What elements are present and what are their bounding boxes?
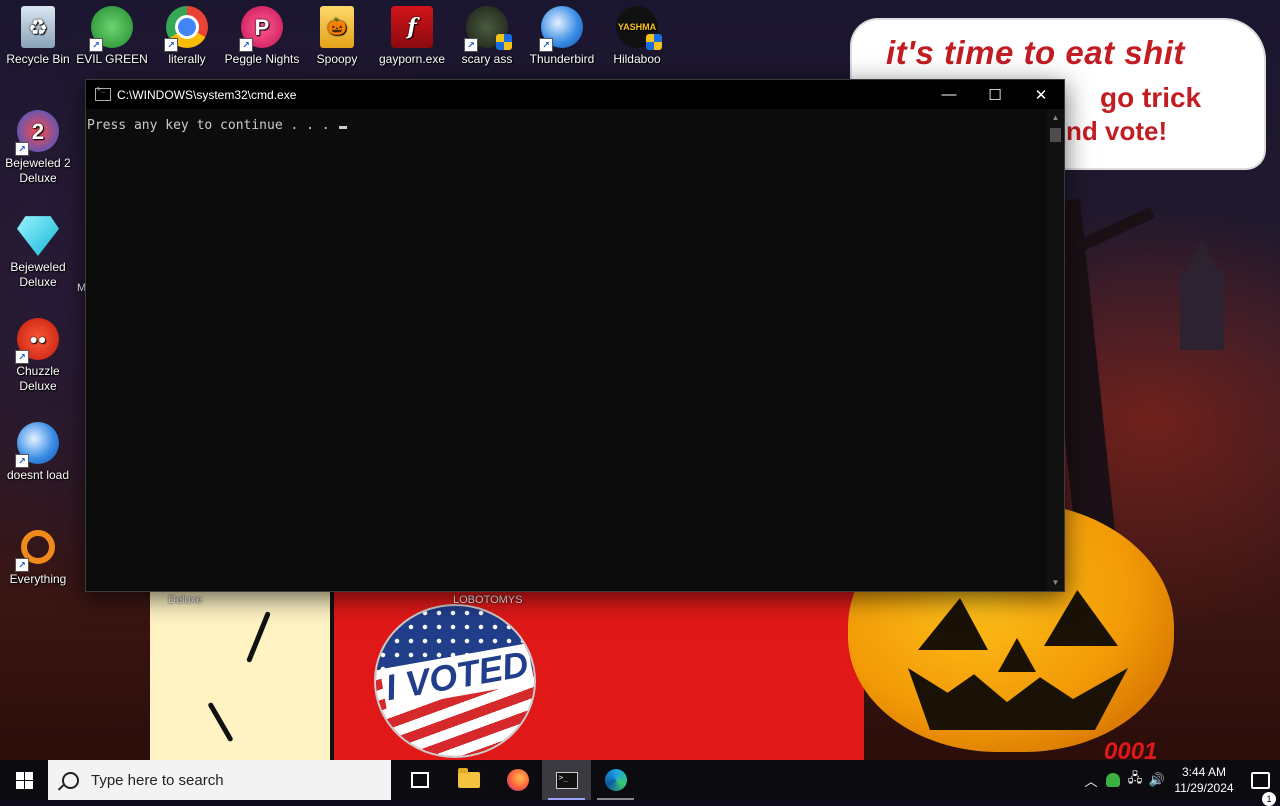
notification-icon	[1250, 771, 1270, 789]
i-voted-badge: I VOTED	[376, 606, 534, 756]
taskbar-firefox[interactable]	[493, 760, 542, 800]
partial-icon-label: Deluxe	[168, 594, 203, 606]
notification-count: 1	[1262, 791, 1276, 806]
taskbar: Type here to search >_ ︿ 🖧 🔊 3:44 AM 11/…	[0, 760, 1280, 806]
desktop-icon-hildaboo[interactable]: YASHMA Hildaboo	[599, 0, 675, 67]
chuzzle-icon: ●● ↗	[15, 318, 59, 364]
desktop-icon-evil-green-men[interactable]: ↗ EVIL GREEN MEN CO	[74, 0, 150, 67]
minimize-button[interactable]: —	[926, 80, 972, 109]
cmd-icon: >_	[555, 771, 578, 789]
vertical-scrollbar[interactable]: ▲ ▼	[1047, 109, 1064, 591]
desktop-icon-thunderbird[interactable]: ↗ Thunderbird	[524, 0, 600, 67]
icon-label: gayporn.exe	[378, 52, 446, 66]
folder-spoopy-icon: 🎃	[320, 6, 354, 48]
icon-label: Chuzzle Deluxe	[16, 364, 60, 393]
desktop-icon-peggle[interactable]: P ↗ Peggle Nights	[224, 0, 300, 67]
scary-ass-icon: ↗	[464, 6, 512, 52]
pumpkin-eye	[918, 598, 988, 650]
desktop-icon-bejeweled[interactable]: Bejeweled Deluxe	[0, 208, 76, 290]
taskbar-edge[interactable]	[591, 760, 640, 800]
partial-icon-label: LOBOTOMYS	[453, 594, 523, 606]
icon-label: Everything	[9, 572, 67, 586]
clock-date: 11/29/2024	[1174, 781, 1234, 795]
cmd-title: C:\WINDOWS\system32\cmd.exe	[117, 87, 297, 102]
hildaboo-icon: YASHMA	[616, 6, 662, 50]
corner-number: 0001	[1104, 738, 1158, 760]
task-view-icon	[410, 772, 429, 788]
clock-time: 3:44 AM	[1181, 765, 1227, 779]
file-explorer-icon	[457, 768, 480, 788]
taskbar-search-box[interactable]: Type here to search	[48, 760, 391, 800]
volume-icon[interactable]: 🔊	[1146, 760, 1168, 800]
church-silhouette	[1180, 240, 1224, 350]
pumpkin-nose	[998, 638, 1036, 672]
icon-label: Hildaboo	[613, 52, 661, 66]
desktop-icon-gayporn-exe[interactable]: f gayporn.exe	[374, 0, 450, 67]
cmd-app-icon[interactable]	[95, 85, 111, 101]
thunderbird-icon: ↗	[15, 422, 59, 468]
taskbar-file-explorer[interactable]	[444, 760, 493, 800]
messenger-people-icon: ↗	[89, 6, 133, 52]
desktop-icon-spoopy[interactable]: 🎃 Spoopy	[299, 0, 375, 67]
maximize-button[interactable]: ☐	[972, 80, 1018, 109]
console-text: Press any key to continue . . .	[87, 118, 338, 133]
desktop-icon-literally[interactable]: ↗ literally	[149, 0, 225, 67]
pumpkin-mouth	[908, 668, 1128, 730]
icon-label: Thunderbird	[529, 52, 595, 66]
action-center-button[interactable]: 1	[1240, 771, 1280, 806]
bubble-line-2: go trick	[1100, 82, 1202, 113]
network-icon[interactable]: 🖧	[1124, 760, 1146, 800]
show-hidden-icons-chevron-icon[interactable]: ︿	[1080, 760, 1102, 800]
close-button[interactable]: ✕	[1018, 80, 1064, 109]
search-placeholder: Type here to search	[91, 771, 224, 789]
icon-label: Recycle Bin	[6, 52, 70, 66]
recycle-bin-icon: ♻	[21, 6, 55, 48]
thunderbird-icon: ↗	[539, 6, 583, 52]
icon-label: scary ass	[461, 52, 513, 66]
taskbar-cmd[interactable]: >_	[542, 760, 591, 800]
bejeweled-2-icon: 2 ↗	[15, 110, 59, 156]
desktop-icon-recycle-bin[interactable]: ♻ Recycle Bin	[0, 0, 76, 67]
flash-icon: f	[391, 6, 433, 48]
firefox-icon	[506, 769, 529, 791]
scroll-up-icon[interactable]: ▲	[1047, 109, 1064, 126]
icon-label: Bejeweled Deluxe	[10, 260, 66, 289]
bubble-line-3: nd vote!	[1066, 116, 1168, 146]
scroll-down-icon[interactable]: ▼	[1047, 574, 1064, 591]
cmd-titlebar[interactable]: C:\WINDOWS\system32\cmd.exe — ☐ ✕	[86, 80, 1064, 109]
icon-label: Peggle Nights	[224, 52, 300, 66]
icon-label: EVIL GREEN MEN CO	[76, 52, 148, 66]
system-tray: ︿ 🖧 🔊 3:44 AM 11/29/2024 1	[1080, 760, 1280, 806]
console-output[interactable]: Press any key to continue . . .	[86, 109, 1047, 591]
start-button[interactable]	[0, 760, 48, 800]
search-icon	[62, 771, 79, 789]
scroll-thumb[interactable]	[1050, 128, 1061, 142]
clock[interactable]: 3:44 AM 11/29/2024	[1168, 764, 1240, 796]
bubble-line-1: it's time to eat shit	[886, 34, 1185, 71]
desktop-icon-bejeweled-2[interactable]: 2 ↗ Bejeweled 2 Deluxe	[0, 104, 76, 186]
icon-label: Bejeweled 2 Deluxe	[5, 156, 71, 185]
everything-search-icon: ↗	[15, 526, 59, 572]
peggle-icon: P ↗	[239, 6, 283, 52]
people-icon[interactable]	[1102, 760, 1124, 800]
chrome-icon: ↗	[164, 6, 208, 52]
task-view-button[interactable]	[395, 760, 444, 800]
text-cursor	[339, 126, 348, 129]
drawn-figure	[150, 590, 334, 760]
desktop-icon-chuzzle[interactable]: ●● ↗ Chuzzle Deluxe	[0, 312, 76, 394]
bejeweled-diamond-icon	[17, 216, 59, 256]
icon-label: doesnt load	[6, 468, 70, 482]
icon-label: literally	[168, 52, 206, 66]
cmd-window[interactable]: C:\WINDOWS\system32\cmd.exe — ☐ ✕ Press …	[85, 79, 1065, 592]
desktop-icon-scary-ass[interactable]: ↗ scary ass	[449, 0, 525, 67]
windows-logo-icon	[15, 771, 33, 789]
icon-label: Spoopy	[316, 52, 358, 66]
pumpkin-eye	[1044, 590, 1118, 646]
desktop-icon-doesnt-load[interactable]: ↗ doesnt load	[0, 416, 76, 483]
desktop-icon-everything[interactable]: ↗ Everything	[0, 520, 76, 587]
edge-icon	[604, 769, 627, 791]
